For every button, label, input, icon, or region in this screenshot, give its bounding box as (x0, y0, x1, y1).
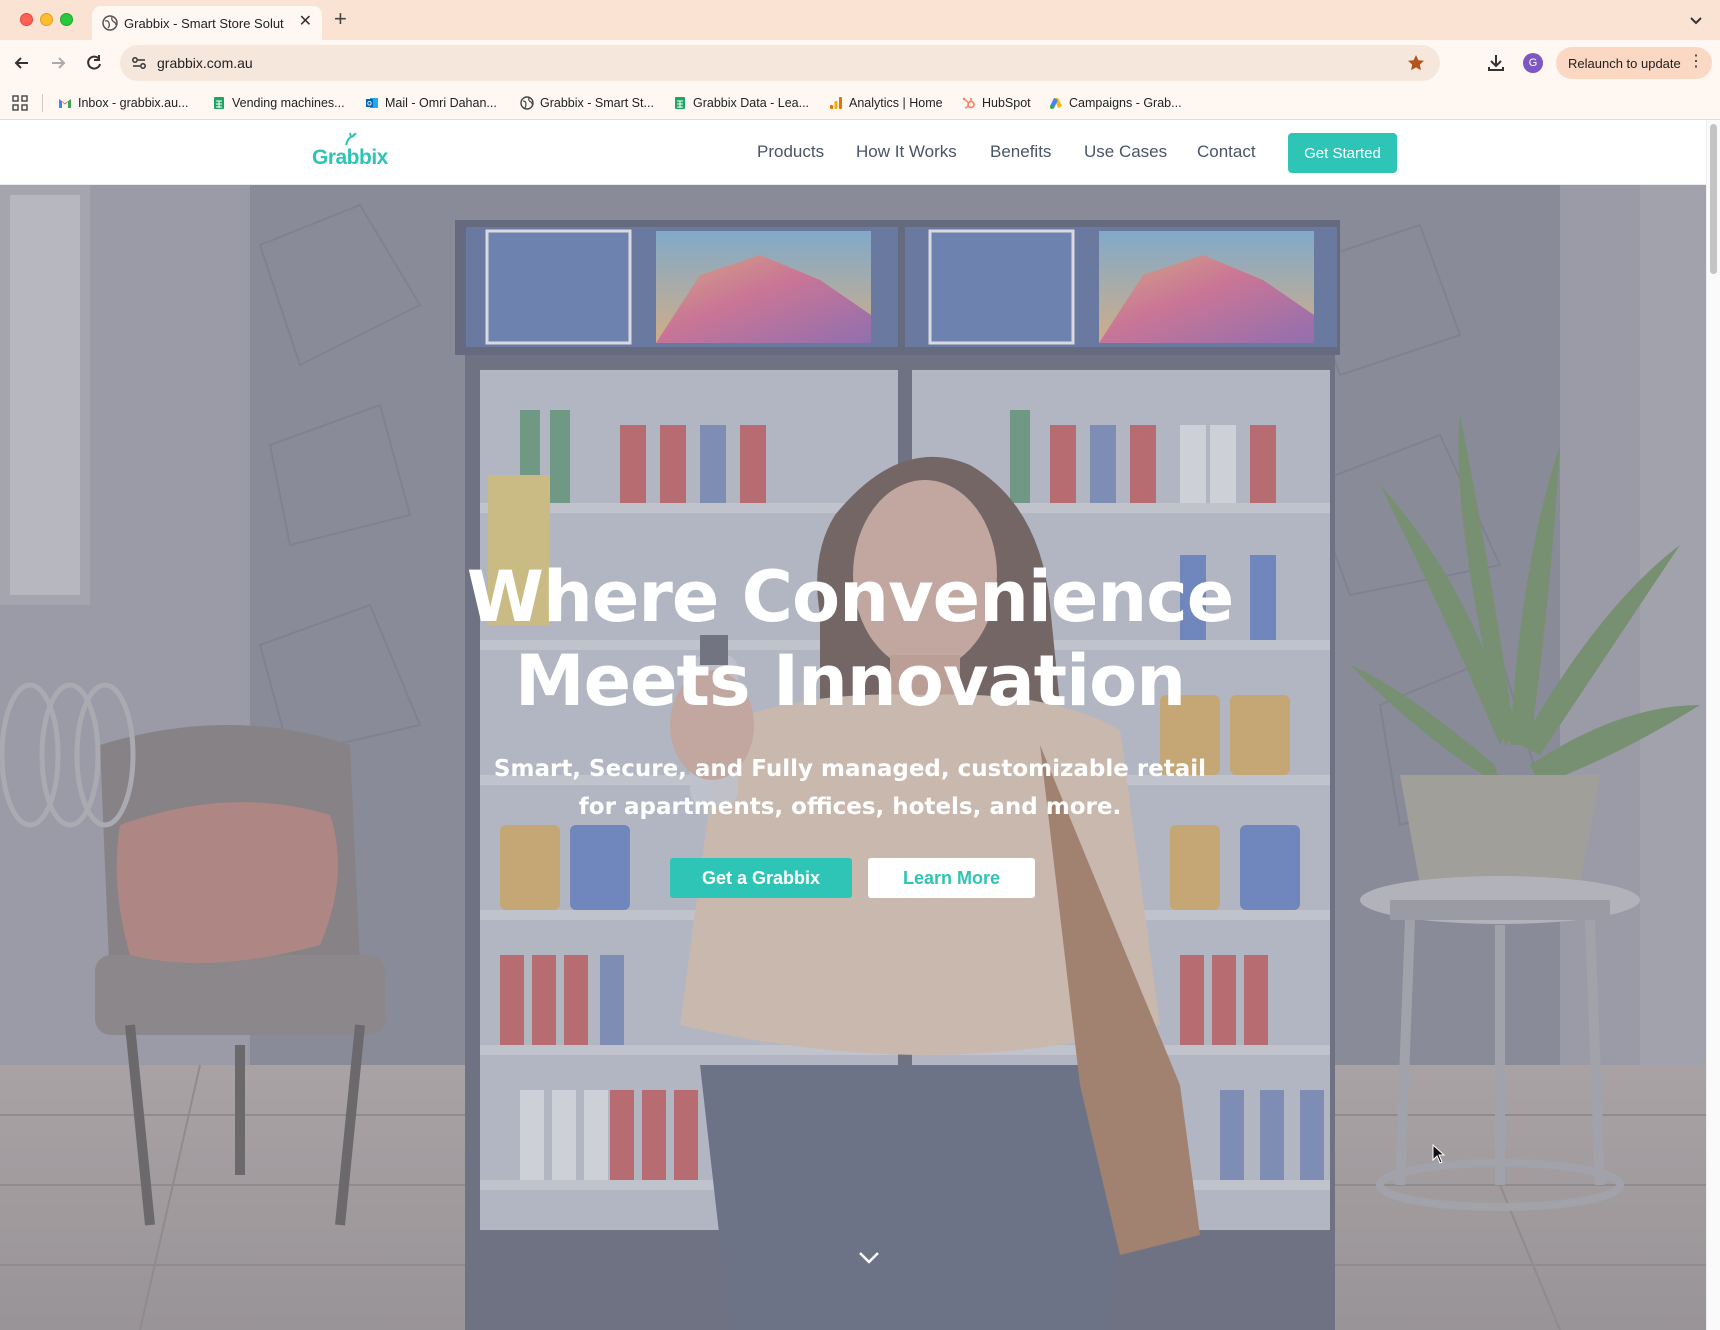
bookmark-label: Analytics | Home (849, 96, 943, 110)
logo-hand-icon (345, 132, 357, 146)
tab-search-chevron-icon[interactable] (1688, 12, 1704, 28)
close-window-button[interactable] (20, 13, 33, 26)
globe-icon (520, 96, 534, 110)
bookmarks-bar: Inbox - grabbix.au... Vending machines..… (0, 86, 1720, 120)
more-menu-icon[interactable]: ⋮ (1688, 54, 1704, 70)
get-started-button[interactable]: Get Started (1288, 133, 1397, 173)
bookmark-label: Grabbix - Smart St... (540, 96, 654, 110)
bookmark-item[interactable]: Campaigns - Grab... (1049, 94, 1182, 112)
learn-more-button[interactable]: Learn More (868, 858, 1035, 898)
svg-text:O: O (367, 102, 372, 108)
analytics-icon (830, 97, 842, 109)
nav-products[interactable]: Products (757, 142, 824, 162)
hero-title-line-1: Where Convenience (466, 556, 1234, 638)
address-bar[interactable]: grabbix.com.au (120, 45, 1440, 81)
site-settings-icon[interactable] (130, 54, 148, 72)
learn-more-label: Learn More (902, 868, 1001, 888)
google-ads-icon (1050, 98, 1062, 109)
globe-icon (102, 15, 118, 31)
forward-arrow-icon[interactable] (48, 53, 68, 73)
browser-toolbar: grabbix.com.au G Relaunch to update ⋮ (0, 40, 1720, 86)
nav-benefits[interactable]: Benefits (990, 142, 1051, 162)
nav-how-it-works[interactable]: How It Works (856, 142, 957, 162)
profile-avatar[interactable]: G (1523, 53, 1543, 73)
new-tab-button[interactable]: + (334, 7, 347, 31)
bookmarks-separator (42, 94, 43, 112)
bookmark-item[interactable]: Vending machines... (212, 94, 345, 112)
nav-use-cases[interactable]: Use Cases (1084, 142, 1167, 162)
bookmark-item[interactable]: Grabbix - Smart St... (520, 94, 654, 112)
tab-close-icon[interactable]: ✕ (299, 14, 312, 30)
logo-text: Grabbix (312, 146, 388, 169)
minimize-window-button[interactable] (40, 13, 53, 26)
relaunch-label: Relaunch to update (1568, 56, 1681, 71)
tab-title: Grabbix - Smart Store Solutio (124, 16, 284, 31)
bookmark-item[interactable]: HubSpot (962, 94, 1031, 112)
reload-icon[interactable] (84, 53, 104, 73)
hero-title-line-2: Meets Innovation (514, 640, 1186, 722)
scrollbar-thumb[interactable] (1710, 124, 1717, 274)
apps-grid-icon[interactable] (12, 95, 28, 111)
url-text[interactable]: grabbix.com.au (157, 55, 253, 71)
bookmark-label: Grabbix Data - Lea... (693, 96, 810, 110)
get-a-grabbix-label: Get a Grabbix (701, 868, 821, 888)
bookmark-label: Inbox - grabbix.au... (78, 96, 189, 110)
hero-section: Where Convenience Meets Innovation Smart… (0, 185, 1706, 1330)
hero-subtitle: Smart, Secure, and Fully managed, custom… (493, 756, 1207, 820)
sheets-icon (675, 97, 685, 109)
page-scrollbar[interactable] (1706, 120, 1720, 1330)
grabbix-logo[interactable]: Grabbix (312, 132, 392, 172)
back-arrow-icon[interactable] (12, 53, 32, 73)
outlook-icon: O (366, 98, 378, 108)
scroll-down-chevron-icon[interactable] (857, 1250, 881, 1266)
bookmark-label: Campaigns - Grab... (1069, 96, 1182, 110)
bookmark-label: Vending machines... (232, 96, 345, 110)
download-icon[interactable] (1485, 52, 1507, 74)
hubspot-icon (962, 97, 975, 109)
nav-contact[interactable]: Contact (1197, 142, 1256, 162)
browser-tab-strip: Grabbix - Smart Store Solutio ✕ + (0, 0, 1720, 40)
sheets-icon (214, 97, 224, 109)
bookmark-label: HubSpot (982, 96, 1031, 110)
bookmark-label: Mail - Omri Dahan... (385, 96, 497, 110)
browser-tab-active[interactable]: Grabbix - Smart Store Solutio ✕ (92, 6, 322, 40)
bookmark-item[interactable]: O Mail - Omri Dahan... (365, 94, 497, 112)
bookmark-item[interactable]: Analytics | Home (829, 94, 943, 112)
site-header: Grabbix Products How It Works Benefits U… (0, 120, 1706, 185)
hero-title: Where Convenience Meets Innovation (400, 555, 1300, 723)
web-page: Where Convenience Meets Innovation Smart… (0, 120, 1706, 1330)
relaunch-button[interactable]: Relaunch to update ⋮ (1556, 47, 1712, 79)
get-a-grabbix-button[interactable]: Get a Grabbix (670, 858, 852, 898)
maximize-window-button[interactable] (60, 13, 73, 26)
gmail-icon (59, 99, 71, 108)
bookmark-star-icon[interactable] (1406, 53, 1426, 73)
bookmark-item[interactable]: Grabbix Data - Lea... (673, 94, 809, 112)
mouse-cursor-icon (1432, 1144, 1446, 1164)
bookmark-item[interactable]: Inbox - grabbix.au... (58, 94, 188, 112)
get-started-label: Get Started (1304, 145, 1381, 162)
